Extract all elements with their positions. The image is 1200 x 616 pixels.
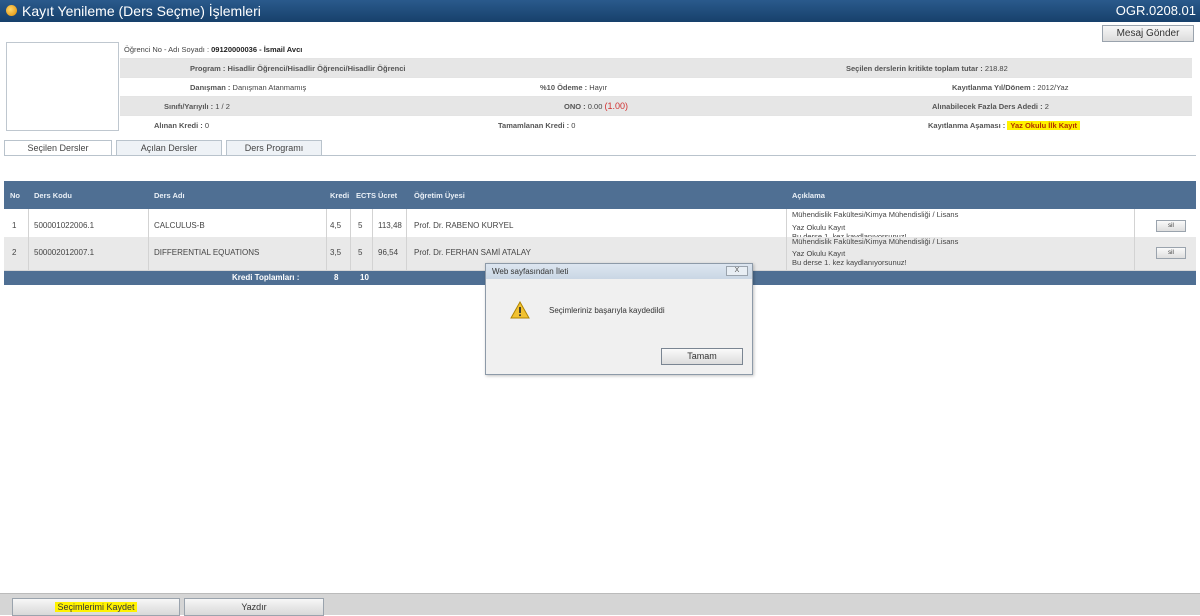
delete-course-button[interactable]: sil <box>1156 247 1186 259</box>
student-id-line: Öğrenci No - Adı Soyadı : 09120000036 - … <box>120 42 1192 58</box>
tab-open-courses[interactable]: Açılan Dersler <box>116 140 222 156</box>
row-desc-type: Yaz Okulu Kayıt <box>792 223 846 232</box>
dialog-message: Seçimleriniz başarıyla kaydedildi <box>549 306 665 315</box>
student-photo <box>6 42 119 131</box>
row-code: 500001022006.1 <box>34 221 95 230</box>
student-id-value: 09120000036 - İsmail Avcı <box>211 45 303 54</box>
send-message-button[interactable]: Mesaj Gönder <box>1102 25 1194 42</box>
program-label: Program : <box>190 64 226 73</box>
col-code: Ders Kodu <box>34 191 72 200</box>
dialog-title-bar: Web sayfasından İleti X <box>486 264 752 279</box>
info-row-class: Sınıfı/Yarıyılı : 1 / 2 ONO : 0.00 (1.00… <box>120 96 1192 115</box>
row-no: 1 <box>12 221 17 230</box>
screen-code: OGR.0208.01 <box>1115 3 1196 18</box>
row-instructor: Prof. Dr. FERHAN SAMİ ATALAY <box>414 248 531 257</box>
info-row-program: Program : Hisadlir Öğrenci/Hisadlir Öğre… <box>120 58 1192 77</box>
row-name: DIFFERENTIAL EQUATIONS <box>154 248 260 257</box>
col-credit: Kredi <box>330 191 350 200</box>
max-courses-label: Alınabilecek Fazla Ders Adedi : <box>932 102 1043 111</box>
col-instructor: Öğretim Üyesi <box>414 191 465 200</box>
tab-course-schedule[interactable]: Ders Programı <box>226 140 322 156</box>
discount-value: Hayır <box>589 83 608 92</box>
row-fee: 96,54 <box>378 248 399 257</box>
message-dialog: Web sayfasından İleti X Seçimleriniz baş… <box>485 263 753 375</box>
stage-value: Yaz Okulu İlk Kayıt <box>1007 121 1081 130</box>
save-selections-label: Seçimlerimi Kaydet <box>55 602 137 612</box>
credit-totals-label: Kredi Toplamları : <box>232 273 300 282</box>
dialog-close-button[interactable]: X <box>726 266 748 276</box>
row-ects: 5 <box>358 221 363 230</box>
row-desc-faculty: Mühendislik Fakültesi/Kimya Mühendisliği… <box>792 237 959 246</box>
credits-taken-value: 0 <box>204 121 210 130</box>
credits-completed-value: 0 <box>571 121 576 130</box>
stage-label: Kayıtlanma Aşaması : <box>928 121 1006 130</box>
bottom-toolbar: Seçimlerimi Kaydet Yazdır <box>0 593 1200 616</box>
gpa-value: 0.00 <box>587 102 603 111</box>
row-instructor: Prof. Dr. RABENO KURYEL <box>414 221 514 230</box>
app-logo-icon <box>6 5 17 16</box>
col-description: Açıklama <box>792 191 825 200</box>
credit-total-value: 218.82 <box>984 64 1008 73</box>
row-desc-faculty: Mühendislik Fakültesi/Kimya Mühendisliği… <box>792 210 959 219</box>
save-selections-button[interactable]: Seçimlerimi Kaydet <box>12 598 180 616</box>
credit-total-label: Seçilen derslerin kritikte toplam tutar … <box>846 64 983 73</box>
term-label: Kayıtlanma Yıl/Dönem : <box>952 83 1036 92</box>
row-code: 500002012007.1 <box>34 248 95 257</box>
student-info: Öğrenci No - Adı Soyadı : 09120000036 - … <box>120 42 1192 134</box>
ects-total: 10 <box>360 273 369 282</box>
advisor-label: Danışman : <box>190 83 231 92</box>
row-desc-note: Bu derse 1. kez kaydlanıyorsunuz! <box>792 258 907 267</box>
row-ects: 5 <box>358 248 363 257</box>
class-label: Sınıfı/Yarıyılı : <box>164 102 214 111</box>
ok-button[interactable]: Tamam <box>661 348 743 365</box>
row-credit: 4,5 <box>330 221 342 230</box>
class-value: 1 / 2 <box>215 102 230 111</box>
student-id-label: Öğrenci No - Adı Soyadı : <box>124 45 210 54</box>
col-fee: Ücret <box>378 191 398 200</box>
discount-label: %10 Ödeme : <box>540 83 588 92</box>
col-name: Ders Adı <box>154 191 185 200</box>
credits-completed-label: Tamamlanan Kredi : <box>498 121 570 130</box>
tab-selected-courses[interactable]: Seçilen Dersler <box>4 140 112 156</box>
advisor-value: Danışman Atanmamış <box>232 83 307 92</box>
table-header: No Ders Kodu Ders Adı Kredi ECTS Ücret Ö… <box>4 181 1196 209</box>
program-value: Hisadlir Öğrenci/Hisadlir Öğrenci/Hisadl… <box>227 64 406 73</box>
col-no: No <box>10 191 20 200</box>
title-bar: Kayıt Yenileme (Ders Seçme) İşlemleri OG… <box>0 0 1200 22</box>
credits-taken-label: Alınan Kredi : <box>154 121 203 130</box>
gpa-label: ONO : <box>564 102 586 111</box>
term-value: 2012/Yaz <box>1037 83 1069 92</box>
row-desc-type: Yaz Okulu Kayıt <box>792 249 846 258</box>
tab-divider <box>4 155 1196 156</box>
warning-icon <box>510 301 530 319</box>
max-courses-value: 2 <box>1044 102 1049 111</box>
col-ects: ECTS <box>356 191 377 200</box>
delete-course-button[interactable]: sil <box>1156 220 1186 232</box>
credit-total: 8 <box>334 273 339 282</box>
row-name: CALCULUS-B <box>154 221 205 230</box>
window-title: Kayıt Yenileme (Ders Seçme) İşlemleri <box>22 3 261 19</box>
print-button[interactable]: Yazdır <box>184 598 324 616</box>
row-fee: 113,48 <box>378 221 402 230</box>
row-credit: 3,5 <box>330 248 342 257</box>
info-row-advisor: Danışman : Danışman Atanmamış %10 Ödeme … <box>120 77 1192 96</box>
gpa-extra: (1.00) <box>604 101 628 111</box>
info-row-credits: Alınan Kredi : 0 Tamamlanan Kredi : 0 Ka… <box>120 115 1192 134</box>
dialog-title: Web sayfasından İleti <box>492 267 569 276</box>
row-no: 2 <box>12 248 17 257</box>
